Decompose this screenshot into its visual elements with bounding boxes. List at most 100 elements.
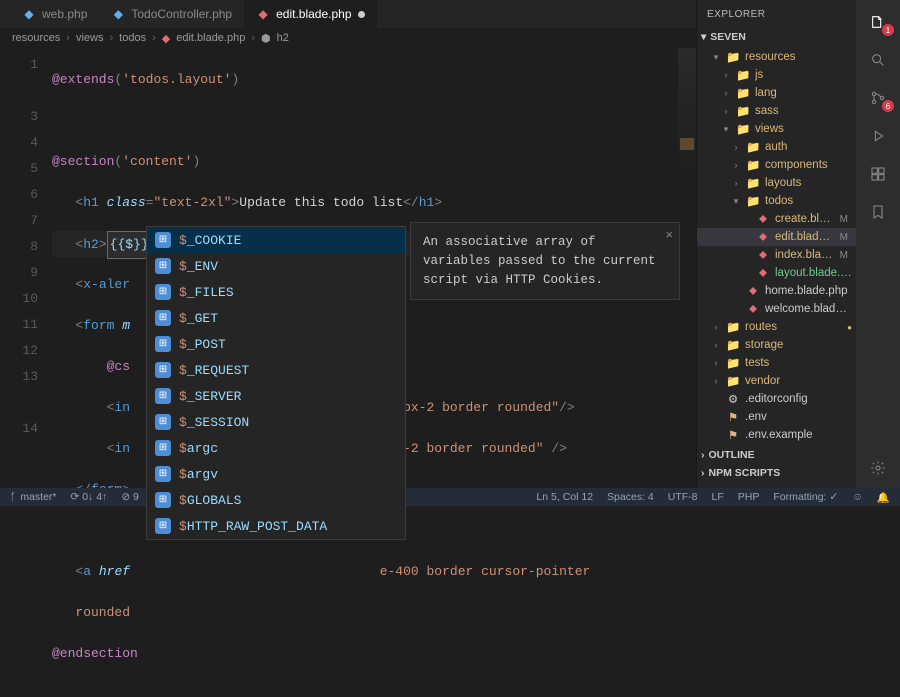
tab-label: web.php (42, 7, 87, 21)
file-icon: 📁 (746, 176, 760, 190)
extensions-icon[interactable] (866, 162, 890, 186)
file-icon: 📁 (736, 68, 750, 82)
autocomplete-item[interactable]: ⊞$GLOBALS (147, 487, 405, 513)
variable-icon: ⊞ (155, 258, 171, 274)
autocomplete-label: $_ENV (179, 259, 218, 274)
tree-row[interactable]: ⬥welcome.blade.php (697, 300, 856, 318)
autocomplete-item[interactable]: ⊞$_FILES (147, 279, 405, 305)
status-bar: ᚶ master* ⟳ 0↓ 4↑ ⊘ 9 ⚠ 0 Ln 5, Col 12 S… (0, 488, 900, 506)
explorer-title: EXPLORER (697, 0, 856, 28)
chevron-icon: › (721, 88, 731, 98)
close-icon[interactable]: × (665, 227, 673, 246)
variable-icon: ⊞ (155, 414, 171, 430)
source-control-icon[interactable]: 6 (866, 86, 890, 110)
tree-row[interactable]: ›📁layouts (697, 174, 856, 192)
tree-row[interactable]: ⬥index.blade....M (697, 246, 856, 264)
tree-label: js (755, 69, 852, 81)
php-icon: ◆ (111, 7, 125, 21)
tree-row[interactable]: ▾📁views (697, 120, 856, 138)
problems-errors[interactable]: ⊘ 9 (121, 491, 139, 503)
cursor-position[interactable]: Ln 5, Col 12 (536, 491, 593, 503)
tree-row[interactable]: ›📁auth (697, 138, 856, 156)
tree-row[interactable]: ›📁components (697, 156, 856, 174)
tree-label: edit.blade.php (775, 231, 835, 243)
explorer-panel: EXPLORER ▾ SEVEN ▾📁resources›📁js›📁lang›📁… (696, 0, 856, 490)
variable-icon: ⊞ (155, 466, 171, 482)
crumb[interactable]: h2 (277, 32, 289, 44)
autocomplete-label: $argc (179, 441, 218, 456)
tree-row[interactable]: › 📁 js (697, 66, 856, 84)
language-mode[interactable]: PHP (738, 491, 760, 503)
formatting-status[interactable]: Formatting: ✓ (773, 491, 838, 503)
file-icon: ⬥ (756, 231, 770, 244)
tab-edit-blade[interactable]: ◆ edit.blade.php (244, 0, 376, 28)
php-icon: ◆ (22, 7, 36, 21)
search-icon[interactable] (866, 48, 890, 72)
tree-label: resources (745, 51, 852, 63)
tree-row[interactable]: ⬥edit.blade.phpM (697, 228, 856, 246)
autocomplete-item[interactable]: ⊞$_COOKIE (147, 227, 405, 253)
tree-label: home.blade.php (765, 285, 852, 297)
autocomplete-item[interactable]: ⊞$_GET (147, 305, 405, 331)
outline-section[interactable]: › OUTLINE (697, 446, 856, 464)
variable-icon: ⊞ (155, 362, 171, 378)
git-sync[interactable]: ⟳ 0↓ 4↑ (71, 491, 108, 503)
autocomplete-label: $argv (179, 467, 218, 482)
debug-icon[interactable] (866, 124, 890, 148)
crumb[interactable]: resources (12, 32, 60, 44)
crumb[interactable]: views (76, 32, 104, 44)
indentation[interactable]: Spaces: 4 (607, 491, 654, 503)
badge: 1 (882, 24, 894, 36)
crumb[interactable]: edit.blade.php (176, 32, 245, 44)
autocomplete-item[interactable]: ⊞ $_REQUEST (147, 357, 405, 383)
tree-label: components (765, 159, 852, 171)
tree-row[interactable]: ›📁routes● (697, 318, 856, 336)
autocomplete-item[interactable]: ⊞$_POST (147, 331, 405, 357)
file-icon: 📁 (726, 338, 740, 352)
git-branch[interactable]: ᚶ master* (10, 491, 57, 503)
autocomplete-item[interactable]: ⊞$_SESSION (147, 409, 405, 435)
tree-row[interactable]: ⚙.editorconfig (697, 390, 856, 408)
minimap[interactable] (678, 48, 696, 488)
autocomplete-item[interactable]: ⊞$HTTP_RAW_POST_DATA (147, 513, 405, 539)
tree-row[interactable]: ›📁tests (697, 354, 856, 372)
tree-row[interactable]: ⚑.env (697, 408, 856, 426)
encoding[interactable]: UTF-8 (668, 491, 698, 503)
bell-icon[interactable]: 🔔 (877, 491, 890, 504)
autocomplete-label: $_REQUEST (179, 363, 249, 378)
file-icon: 📁 (746, 158, 760, 172)
tree-row[interactable]: ⚑.env.example (697, 426, 856, 444)
explorer-icon[interactable]: 1 (866, 10, 890, 34)
eol[interactable]: LF (712, 491, 724, 503)
npm-scripts-section[interactable]: › NPM SCRIPTS (697, 464, 856, 482)
crumb[interactable]: todos (119, 32, 146, 44)
file-icon: 📁 (746, 140, 760, 154)
autocomplete-item[interactable]: ⊞ $_ENV (147, 253, 405, 279)
tree-row[interactable]: ⬥layout.blade.php (697, 264, 856, 282)
tree-row[interactable]: ▾📁todos (697, 192, 856, 210)
tree-row[interactable]: ⬥create.blade....M (697, 210, 856, 228)
tab-controller[interactable]: ◆ TodoController.php (99, 0, 244, 28)
laravel-icon: ◆ (162, 32, 170, 45)
chevron-icon: › (731, 178, 741, 188)
project-section[interactable]: ▾ SEVEN (697, 28, 856, 46)
tree-row[interactable]: ›📁storage (697, 336, 856, 354)
bookmark-icon[interactable] (866, 200, 890, 224)
gear-icon[interactable] (866, 456, 890, 480)
tree-row[interactable]: ▾📁resources (697, 48, 856, 66)
tree-row[interactable]: ⬥home.blade.php (697, 282, 856, 300)
variable-icon: ⊞ (155, 284, 171, 300)
tree-label: layout.blade.php (775, 267, 852, 279)
file-tree: ▾📁resources › 📁 js ›📁lang›📁sass▾📁views›📁auth… (697, 46, 856, 446)
tab-web-php[interactable]: ◆ web.php (10, 0, 99, 28)
tree-row[interactable]: ›📁vendor (697, 372, 856, 390)
tree-row[interactable]: ›📁lang (697, 84, 856, 102)
tree-label: routes (745, 321, 842, 333)
autocomplete-item[interactable]: ⊞ $argv (147, 461, 405, 487)
autocomplete-item[interactable]: ⊞$_SERVER (147, 383, 405, 409)
chevron-icon: › (721, 70, 731, 80)
autocomplete-popup[interactable]: ⊞$_COOKIE ⊞ $_ENV ⊞$_FILES⊞$_GET⊞$_POST ⊞ $_R… (146, 226, 406, 540)
autocomplete-item[interactable]: ⊞$argc (147, 435, 405, 461)
tree-row[interactable]: ›📁sass (697, 102, 856, 120)
feedback-icon[interactable]: ☺ (852, 491, 863, 503)
